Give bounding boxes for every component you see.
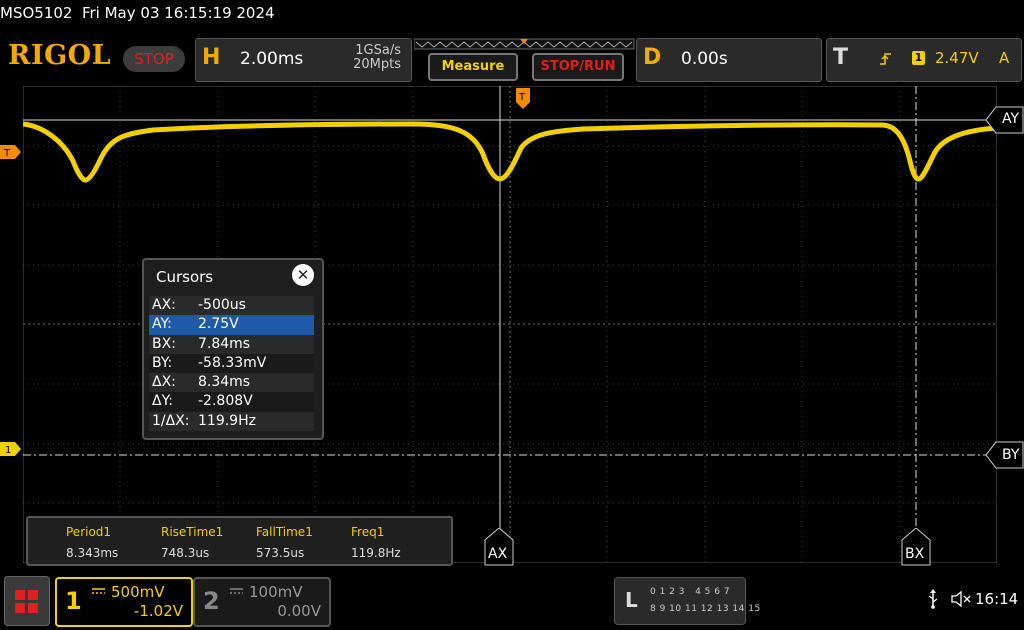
cursor-row-label: AX: — [152, 297, 176, 313]
cursor-row-label: ΔY: — [152, 393, 173, 410]
channel-1-number: 1 — [65, 587, 82, 615]
memory-position-bar — [414, 38, 635, 50]
channel-2-number: 2 — [203, 587, 220, 615]
speaker-muted-icon[interactable] — [950, 589, 972, 609]
measure-value: 573.5us — [256, 546, 305, 560]
cursor-row-value: -2.808V — [198, 393, 253, 410]
sample-rate: 1GSa/s — [355, 43, 401, 58]
cursor-row-value: -58.33mV — [198, 354, 267, 371]
channel-2-panel[interactable]: 2 100mV 0.00V — [193, 577, 331, 627]
channel-1-scale: 500mV — [111, 583, 165, 601]
device-title: MSO5102 Fri May 03 16:15:19 2024 — [0, 4, 275, 22]
cursor-row-label: ΔX: — [152, 374, 176, 391]
logic-channels-row-1: 0 1 2 3 4 5 6 7 — [650, 587, 731, 597]
measure-value: 8.343ms — [66, 546, 119, 560]
ch1-marker-label: 1 — [5, 445, 11, 456]
channel-2-scale: 100mV — [249, 583, 303, 601]
cursor-row-label: BY: — [152, 354, 173, 371]
trigger-marker-label: T — [3, 148, 11, 159]
cursor-row-value: 2.75V — [198, 316, 239, 333]
rising-edge-icon — [880, 53, 891, 65]
cursors-dialog-title: Cursors — [156, 268, 214, 286]
dc-coupling-icon — [230, 588, 243, 594]
channel-1-panel[interactable]: 1 500mV -1.02V — [55, 577, 193, 627]
cursor-row-label: 1/ΔX: — [152, 412, 190, 429]
stop-run-button[interactable]: STOP/RUN — [532, 53, 624, 81]
cursors-dialog[interactable]: Cursors ✕ AX: -500us AY: 2.75V BX: 7.84ms B… — [142, 258, 324, 440]
cursor-readout-table: AX: -500us AY: 2.75V BX: 7.84ms BY: -58.33mV… — [149, 296, 314, 432]
clock: 16:14 — [975, 590, 1019, 608]
delay-panel[interactable]: D 0.00s — [636, 38, 822, 82]
trigger-position-label: T — [518, 92, 526, 103]
horizontal-letter: H — [202, 45, 221, 70]
trigger-panel[interactable]: T 1 2.47V A — [826, 38, 1022, 82]
delay-value: 0.00s — [681, 49, 728, 69]
grid-menu-icon — [15, 590, 38, 613]
measure-name: FallTime1 — [256, 525, 313, 539]
measure-name: Freq1 — [351, 525, 385, 539]
cursor-row-dx[interactable]: ΔX: 8.34ms — [149, 373, 314, 393]
cursor-row-value: 8.34ms — [198, 374, 251, 391]
measure-name: Period1 — [66, 525, 112, 539]
trigger-position-marker[interactable]: T — [515, 88, 531, 110]
delay-letter: D — [643, 45, 662, 70]
trigger-level-marker[interactable]: T — [0, 144, 22, 160]
usb-icon — [928, 589, 938, 609]
measure-name: RiseTime1 — [161, 525, 224, 539]
cursor-row-label: BX: — [152, 335, 176, 352]
cursor-row-value: 7.84ms — [198, 335, 251, 352]
run-state-badge[interactable]: STOP — [123, 46, 185, 72]
cursor-bx-label: BX — [905, 546, 925, 562]
cursor-row-label: AY: — [152, 316, 172, 333]
cursor-ay-label: AY — [1002, 111, 1020, 127]
trigger-letter: T — [833, 45, 849, 70]
measurement-panel[interactable]: Period1 8.343ms RiseTime1 748.3us FallTi… — [26, 516, 453, 566]
cursor-row-value: -500us — [198, 297, 246, 313]
main-menu-button[interactable] — [4, 576, 50, 626]
cursor-row-inv-dx[interactable]: 1/ΔX: 119.9Hz — [149, 411, 314, 432]
dc-coupling-icon — [92, 588, 105, 594]
timebase-value: 2.00ms — [240, 49, 304, 69]
logic-channels-row-2: 8 9 10 11 12 13 14 15 — [650, 604, 761, 614]
cursor-row-value: 119.9Hz — [198, 412, 256, 429]
channel-2-offset: 0.00V — [277, 602, 321, 620]
channel-1-offset: -1.02V — [133, 602, 183, 620]
trigger-mode: A — [999, 49, 1010, 67]
horizontal-panel[interactable]: H 2.00ms 1GSa/s 20Mpts — [195, 38, 412, 82]
cursor-by-label: BY — [1002, 447, 1020, 463]
cursor-row-ax[interactable]: AX: -500us — [149, 296, 314, 316]
cursor-ax-label: AX — [488, 546, 508, 562]
rigol-logo: RIGOL — [8, 40, 112, 71]
measure-button[interactable]: Measure — [428, 53, 518, 81]
logic-letter: L — [625, 588, 638, 612]
trigger-level: 2.47V — [935, 49, 979, 67]
trigger-source-badge: 1 — [912, 51, 925, 65]
measure-value: 119.8Hz — [351, 546, 401, 560]
cursor-row-by[interactable]: BY: -58.33mV — [149, 353, 314, 374]
cursor-row-dy[interactable]: ΔY: -2.808V — [149, 392, 314, 412]
cursor-row-bx[interactable]: BX: 7.84ms — [149, 334, 314, 354]
logic-analyzer-panel[interactable]: L 0 1 2 3 4 5 6 7 8 9 10 11 12 13 14 15 — [614, 577, 760, 625]
ch1-offset-marker[interactable]: 1 — [0, 441, 22, 457]
cursor-row-ay[interactable]: AY: 2.75V — [149, 315, 314, 335]
memory-depth: 20Mpts — [353, 57, 401, 72]
close-icon[interactable]: ✕ — [292, 264, 314, 286]
measure-value: 748.3us — [161, 546, 210, 560]
